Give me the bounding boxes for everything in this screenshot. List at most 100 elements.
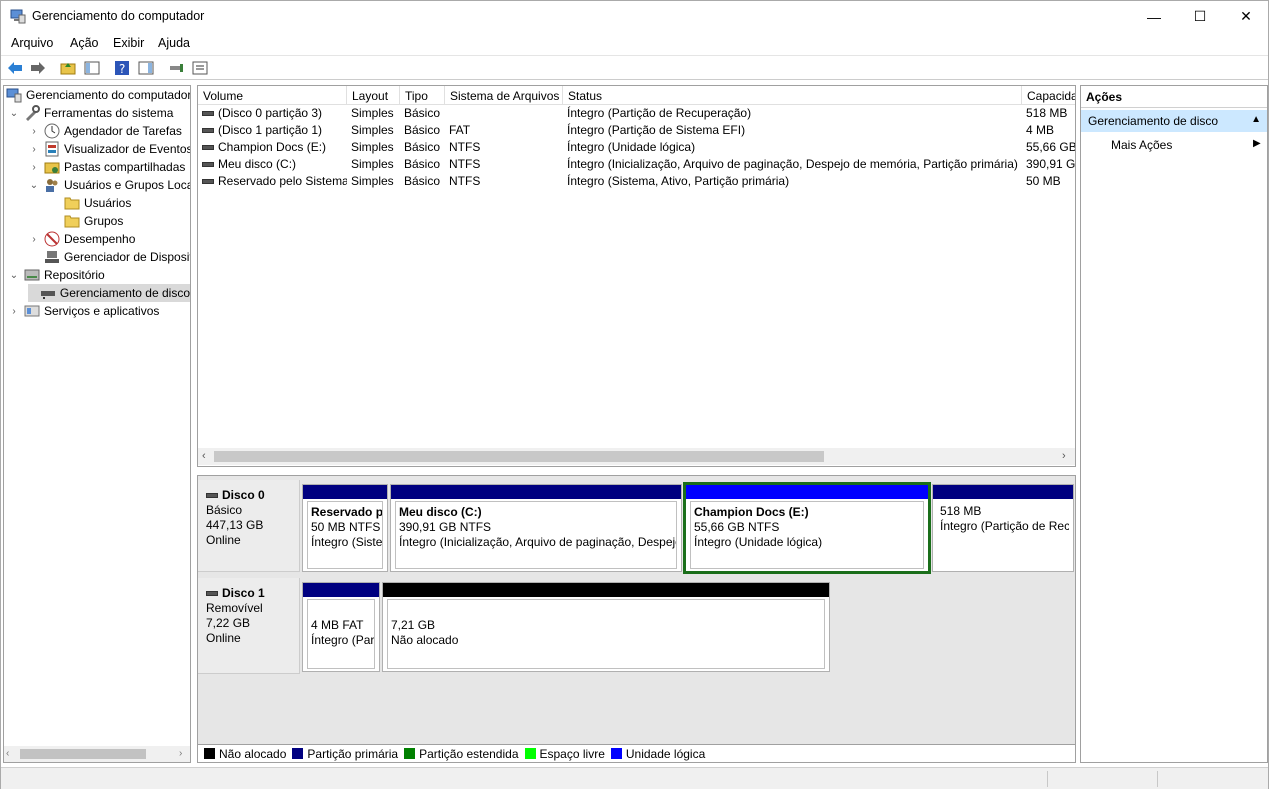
- column-header-tipo[interactable]: Tipo: [400, 86, 445, 105]
- volume-row-cell: 390,91 GB: [1026, 157, 1076, 171]
- volume-icon: [202, 128, 214, 134]
- tools-icon: [24, 105, 40, 121]
- tree-item-desempenho[interactable]: › Desempenho: [28, 230, 135, 248]
- volume-row-cell: NTFS: [449, 140, 481, 154]
- partition-bar: [391, 485, 681, 499]
- tree-item-ferramentas[interactable]: ⌄ Ferramentas do sistema: [8, 104, 173, 122]
- menu-ajuda[interactable]: Ajuda: [158, 36, 190, 50]
- column-header-sistema[interactable]: Sistema de Arquivos: [445, 86, 563, 105]
- volume-list: Volume Layout Tipo Sistema de Arquivos S…: [197, 85, 1076, 467]
- column-header-status[interactable]: Status: [563, 86, 1022, 105]
- partition-meu-disco[interactable]: Meu disco (C:) 390,91 GB NTFS Íntegro (I…: [390, 484, 682, 572]
- scroll-left-icon[interactable]: ‹: [202, 450, 206, 462]
- volume-row-cell: Íntegro (Partição de Recuperação): [567, 106, 752, 120]
- svg-text:?: ?: [119, 62, 125, 76]
- legend-swatch: [404, 748, 416, 759]
- partition-reservado[interactable]: Reservado pe 50 MB NTFS Íntegro (Sister: [302, 484, 388, 572]
- folder-icon: [64, 213, 80, 229]
- tree-root[interactable]: Gerenciamento do computador: [6, 86, 191, 104]
- volume-row-cell: 4 MB: [1026, 123, 1055, 137]
- tree-item-pastas[interactable]: › Pastas compartilhadas: [28, 158, 185, 176]
- volume-row-name[interactable]: Champion Docs (E:): [198, 140, 347, 157]
- menu-acao[interactable]: Ação: [70, 36, 99, 50]
- partition-nao-alocado[interactable]: 7,21 GB Não alocado: [382, 582, 830, 672]
- volume-row-cell: Básico: [404, 123, 441, 137]
- show-hide-tree-icon[interactable]: [83, 59, 101, 77]
- chevron-right-icon[interactable]: ›: [28, 144, 40, 155]
- volume-row-cell: Simples: [351, 140, 394, 154]
- volume-row-cell: 55,66 GB: [1026, 140, 1076, 154]
- show-hide-action-pane-icon[interactable]: [137, 59, 155, 77]
- chevron-down-icon[interactable]: ⌄: [8, 270, 20, 281]
- column-header-capacidade[interactable]: Capacida: [1022, 86, 1075, 105]
- disk-0-header[interactable]: Disco 0 Básico 447,13 GB Online: [198, 480, 300, 572]
- legend-swatch: [524, 748, 536, 759]
- partition-champion-docs[interactable]: Champion Docs (E:) 55,66 GB NTFS Íntegro…: [683, 482, 931, 574]
- actions-header: Ações: [1081, 86, 1267, 108]
- partition-bar: [383, 583, 829, 597]
- chevron-right-icon[interactable]: ›: [28, 162, 40, 173]
- minimize-button[interactable]: —: [1131, 1, 1177, 32]
- connect-icon[interactable]: [167, 59, 185, 77]
- tree-item-visualizador[interactable]: › Visualizador de Eventos: [28, 140, 190, 158]
- collapse-up-icon[interactable]: ▲: [1251, 114, 1261, 125]
- legend-nao-alocado: Não alocado: [204, 747, 286, 761]
- volume-row-cell: [445, 106, 563, 123]
- tree-item-repositorio[interactable]: ⌄ Repositório: [8, 266, 105, 284]
- tree-item-servicos[interactable]: › Serviços e aplicativos: [8, 302, 159, 320]
- volume-row-cell: 518 MB: [1026, 106, 1068, 120]
- scroll-thumb[interactable]: [214, 451, 824, 462]
- disk-map: Disco 0 Básico 447,13 GB Online Reservad…: [197, 475, 1076, 745]
- tree-item-gerenciador-dispositivos[interactable]: Gerenciador de Disposit: [28, 248, 190, 266]
- volume-row-cell: Simples: [351, 174, 394, 188]
- toolbar: ?: [1, 55, 1268, 80]
- chevron-down-icon[interactable]: ⌄: [8, 108, 20, 119]
- volume-row-cell: Básico: [404, 106, 441, 120]
- tree-horizontal-scrollbar[interactable]: ‹ ›: [4, 746, 190, 762]
- volume-row-name[interactable]: Meu disco (C:): [198, 157, 347, 174]
- close-button[interactable]: ✕: [1223, 1, 1269, 32]
- scroll-thumb[interactable]: [20, 749, 146, 759]
- chevron-down-icon[interactable]: ⌄: [28, 180, 40, 191]
- scroll-left-icon[interactable]: ‹: [6, 748, 9, 759]
- forward-arrow-icon[interactable]: [29, 59, 47, 77]
- menu-exibir[interactable]: Exibir: [113, 36, 144, 50]
- volume-row-cell: Básico: [404, 140, 441, 154]
- maximize-button[interactable]: ☐: [1177, 1, 1223, 32]
- column-header-layout[interactable]: Layout: [347, 86, 400, 105]
- storage-icon: [24, 267, 40, 283]
- volume-row-name[interactable]: (Disco 1 partição 1): [198, 123, 347, 140]
- column-header-volume[interactable]: Volume: [198, 86, 347, 105]
- tree-item-usuarios-grupos[interactable]: ⌄ Usuários e Grupos Loca: [28, 176, 190, 194]
- volume-row-cell: FAT: [449, 123, 471, 137]
- volume-row-cell: Íntegro (Partição de Sistema EFI): [567, 123, 746, 137]
- menu-arquivo[interactable]: Arquivo: [11, 36, 53, 50]
- legend-particao-primaria: Partição primária: [292, 747, 398, 761]
- partition-efi[interactable]: 4 MB FAT Íntegro (Parl: [302, 582, 380, 672]
- disk-1-header[interactable]: Disco 1 Removível 7,22 GB Online: [198, 578, 300, 674]
- partition-recuperacao[interactable]: 518 MB Íntegro (Partição de Rec: [932, 484, 1074, 572]
- chevron-right-icon[interactable]: ›: [28, 126, 40, 137]
- volume-row-name[interactable]: (Disco 0 partição 3): [198, 106, 347, 123]
- volume-row-cell: Simples: [351, 106, 394, 120]
- mais-acoes-item[interactable]: Mais Ações ▶: [1111, 138, 1261, 152]
- chevron-right-icon[interactable]: ›: [8, 306, 20, 317]
- properties-icon[interactable]: [191, 59, 209, 77]
- volume-row-cell: NTFS: [449, 157, 481, 171]
- help-icon[interactable]: ?: [113, 59, 131, 77]
- tree-root-label: Gerenciamento do computador: [26, 88, 191, 102]
- volume-row-cell: Íntegro (Sistema, Ativo, Partição primár…: [567, 174, 790, 188]
- up-folder-icon[interactable]: [59, 59, 77, 77]
- volume-row-name[interactable]: Reservado pelo Sistema: [198, 174, 347, 191]
- chevron-right-icon[interactable]: ›: [28, 234, 40, 245]
- tree-item-grupos[interactable]: Grupos: [48, 212, 123, 230]
- legend-swatch: [204, 748, 215, 759]
- scroll-right-icon[interactable]: ›: [1062, 450, 1066, 462]
- tree-item-agendador[interactable]: › Agendador de Tarefas: [28, 122, 182, 140]
- scroll-right-icon[interactable]: ›: [179, 748, 182, 759]
- tree-item-gerenciamento-disco[interactable]: Gerenciamento de disco: [28, 284, 190, 302]
- back-arrow-icon[interactable]: [6, 59, 24, 77]
- tree-item-usuarios[interactable]: Usuários: [48, 194, 131, 212]
- volume-list-horizontal-scrollbar[interactable]: ‹ ›: [198, 448, 1075, 465]
- actions-section-gerenciamento-disco[interactable]: Gerenciamento de disco ▲: [1081, 110, 1267, 132]
